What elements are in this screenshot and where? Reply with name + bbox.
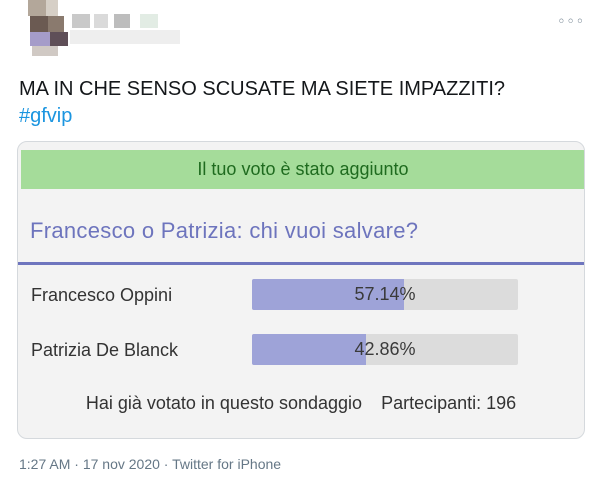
participants-count: Partecipanti: 196 (381, 393, 517, 413)
poll-divider (18, 262, 584, 265)
poll-result-percent: 42.86% (354, 339, 416, 359)
meta-separator: · (163, 456, 173, 472)
poll-option-label: Patrizia De Blanck (31, 340, 179, 360)
poll-footer: Hai già votato in questo sondaggio Parte… (18, 393, 584, 414)
poll-result-bar: 42.86% (252, 334, 518, 365)
meta-separator: · (70, 456, 83, 472)
poll-card: Il tuo voto è stato aggiunto Francesco o… (17, 141, 585, 439)
hashtag-link[interactable]: #gfvip (19, 103, 579, 130)
tweet-text: MA IN CHE SENSO SCUSATE MA SIETE IMPAZZI… (19, 78, 506, 100)
poll-result-percent: 57.14% (354, 284, 416, 304)
tweet-timestamp-link[interactable]: 1:27 AM · 17 nov 2020 (19, 456, 164, 472)
tweet-source-link[interactable]: Twitter for iPhone (172, 456, 281, 472)
vote-added-banner: Il tuo voto è stato aggiunto (21, 150, 584, 189)
already-voted-note: Hai già votato in questo sondaggio (85, 393, 363, 413)
tweet-meta: 1:27 AM · 17 nov 2020 · Twitter for iPho… (19, 456, 281, 472)
blurred-user-header[interactable] (14, 0, 184, 56)
poll-result-bar: 57.14% (252, 279, 518, 310)
poll-option-label: Francesco Oppini (31, 285, 173, 305)
tweet-time: 1:27 AM (19, 456, 71, 472)
tweet-body: MA IN CHE SENSO SCUSATE MA SIETE IMPAZZI… (19, 76, 579, 130)
poll-title: Francesco o Patrizia: chi vuoi salvare? (30, 218, 419, 243)
tweet-date: 17 nov 2020 (82, 456, 160, 472)
more-options-icon[interactable]: ◦◦◦ (557, 14, 585, 30)
